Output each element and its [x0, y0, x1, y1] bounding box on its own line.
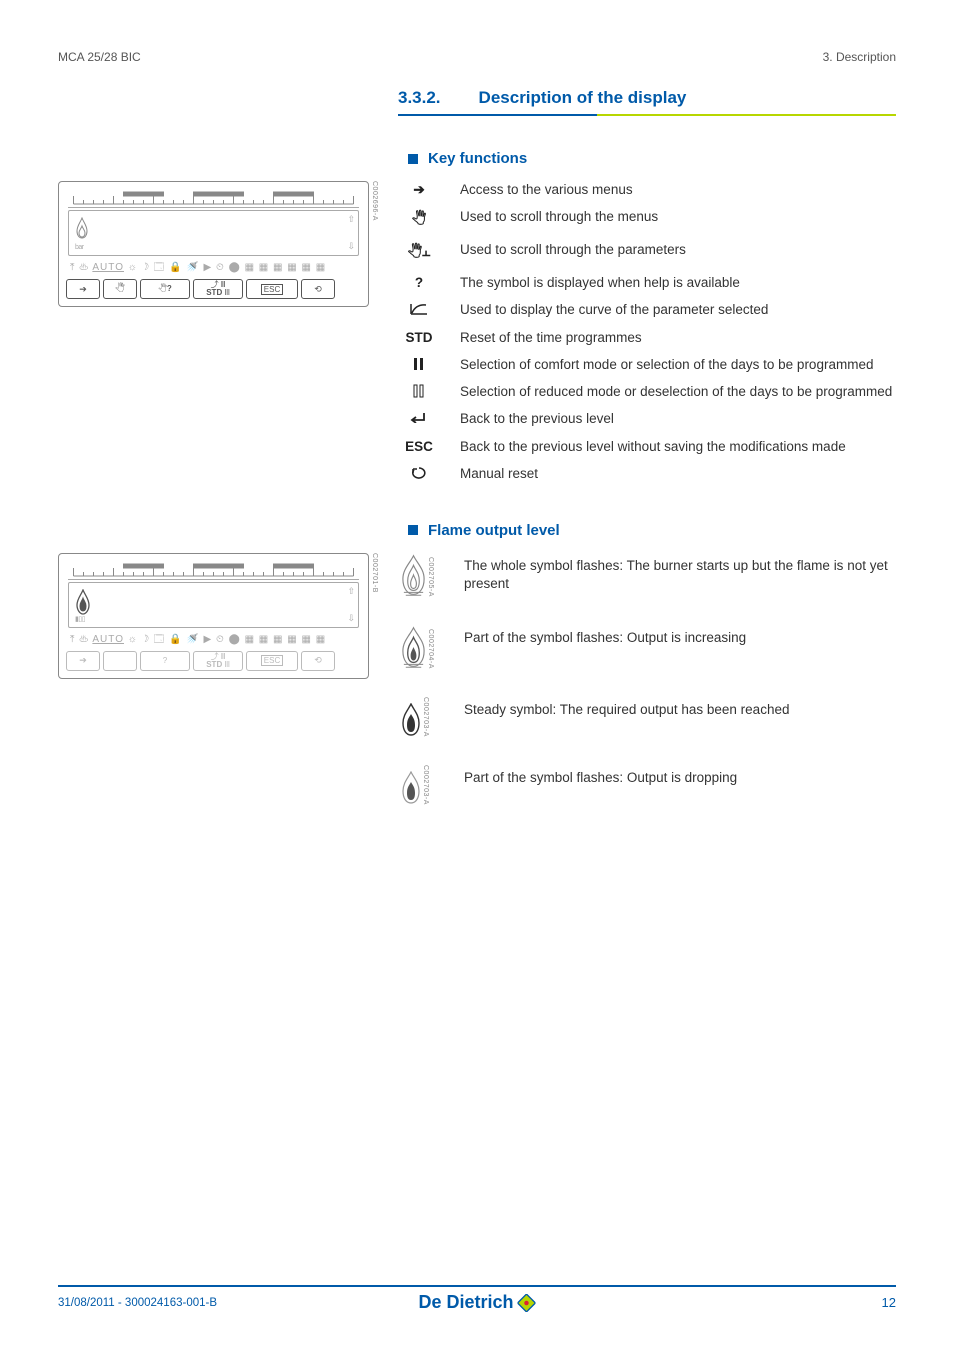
- question-icon: ?: [400, 274, 438, 290]
- section-number: 3.3.2.: [398, 88, 441, 108]
- lcd-icons-row: ⤒ ♨ AUTO ☼ ☽ 🗔 🔒 🚿 ▶ ⏲ ⬤ ▦ ▦ ▦ ▦ ▦ ▦: [70, 260, 359, 276]
- bar-label: ▮▯▯: [75, 615, 85, 623]
- back-icon: [400, 410, 438, 426]
- key-desc: Back to the previous level: [460, 410, 896, 428]
- flame-code: C002703-A: [422, 765, 429, 805]
- bars-half-icon: [400, 383, 438, 401]
- subheading-text: Key functions: [428, 150, 527, 167]
- key-functions-table: ➔ Access to the various menus 🖑 Used to sc…: [400, 181, 896, 492]
- lcd-btn-scroll: 🖑: [103, 279, 137, 299]
- key-desc: Selection of reduced mode or deselection…: [460, 383, 896, 401]
- key-row: ? The symbol is displayed when help is av…: [400, 274, 896, 292]
- key-row: ESC Back to the previous level without sa…: [400, 438, 896, 456]
- flame-desc: Part of the symbol flashes: Output is dr…: [464, 765, 896, 787]
- subheading-key-functions: Key functions: [408, 150, 896, 167]
- bars-full-icon: [400, 356, 438, 374]
- key-desc: The symbol is displayed when help is ava…: [460, 274, 896, 292]
- key-row: 🖑 Used to scroll through the menus: [400, 208, 896, 232]
- key-row: Selection of reduced mode or deselection…: [400, 383, 896, 401]
- reset-icon: [400, 465, 438, 483]
- std-label: STD: [400, 329, 438, 345]
- subheading-text: Flame output level: [428, 522, 560, 539]
- key-desc: Access to the various menus: [460, 181, 896, 199]
- key-row: Manual reset: [400, 465, 896, 483]
- ruler-icon: [70, 191, 357, 205]
- lcd-btn-reset: ⟲: [301, 651, 335, 671]
- up-arrow-icon: ⇧: [347, 214, 355, 225]
- flame-desc: Part of the symbol flashes: Output is in…: [464, 625, 896, 647]
- lcd-btn-std: ⤴ ll STD lll: [193, 651, 243, 671]
- footer-left: 31/08/2011 - 300024163-001-B: [58, 1297, 217, 1309]
- bar-label: bar: [75, 244, 84, 251]
- key-row: Selection of comfort mode or selection o…: [400, 356, 896, 374]
- diagram-code: C002701-B: [371, 553, 378, 593]
- curve-icon: [400, 301, 438, 319]
- down-arrow-icon: ⇩: [347, 241, 355, 252]
- key-desc: Manual reset: [460, 465, 896, 483]
- diagram-code: C002696-A: [371, 181, 378, 221]
- scroll-menu-icon: 🖑: [400, 208, 438, 232]
- key-row: 🖑⫠ Used to scroll through the parameters: [400, 241, 896, 265]
- page-header: MCA 25/28 BIC 3. Description: [58, 50, 896, 64]
- brand-logo: De Dietrich: [418, 1292, 535, 1313]
- lcd-btn-reset: ⟲: [301, 279, 335, 299]
- brand-diamond-icon: [518, 1294, 536, 1312]
- up-arrow-icon: ⇧: [347, 586, 355, 597]
- key-desc: Used to scroll through the parameters: [460, 241, 896, 259]
- lcd-btn-help: ?: [140, 651, 190, 671]
- section-title: Description of the display: [479, 88, 687, 108]
- scroll-param-icon: 🖑⫠: [400, 241, 438, 265]
- flame-item: C002705-A The whole symbol flashes: The …: [400, 553, 896, 597]
- lcd-btn-esc: ESC: [246, 279, 298, 299]
- key-desc: Used to scroll through the menus: [460, 208, 896, 226]
- flame-icon: [75, 589, 91, 615]
- flame-output-table: C002705-A The whole symbol flashes: The …: [400, 553, 896, 833]
- flame-desc: Steady symbol: The required output has b…: [464, 697, 896, 719]
- key-desc: Back to the previous level without savin…: [460, 438, 896, 456]
- key-desc: Reset of the time programmes: [460, 329, 896, 347]
- square-bullet-icon: [408, 525, 418, 535]
- key-row: Back to the previous level: [400, 410, 896, 428]
- lcd-btn-help: 🖑?: [140, 279, 190, 299]
- lcd-diagram-keys: ⇧ ⇩ bar ⤒ ♨ AUTO ☼ ☽ 🗔 🔒 🚿 ▶ ⏲ ⬤ ▦ ▦ ▦ ▦…: [58, 181, 378, 311]
- lcd-icons-row: ⤒ ♨ AUTO ☼ ☽ 🗔 🔒 🚿 ▶ ⏲ ⬤ ▦ ▦ ▦ ▦ ▦ ▦: [70, 632, 359, 648]
- subheading-flame-output: Flame output level: [408, 522, 896, 539]
- lcd-diagram-flame: ⇧ ⇩ ▮▯▯ ⤒ ♨ AUTO ☼ ☽ 🗔 🔒 🚿 ▶ ⏲ ⬤ ▦ ▦ ▦ ▦…: [58, 553, 378, 683]
- esc-label: ESC: [400, 438, 438, 454]
- page-footer: 31/08/2011 - 300024163-001-B De Dietrich…: [58, 1285, 896, 1310]
- page-number: 12: [882, 1295, 896, 1310]
- flame-icon: [75, 217, 89, 239]
- arrow-right-icon: ➔: [400, 181, 438, 198]
- flame-increasing-icon: C002704-A: [400, 625, 434, 669]
- key-desc: Used to display the curve of the paramet…: [460, 301, 896, 319]
- flame-item: C002703-A Steady symbol: The required ou…: [400, 697, 896, 737]
- square-bullet-icon: [408, 154, 418, 164]
- lcd-btn-enter: ➔: [66, 279, 100, 299]
- flame-steady-icon: C002703-A: [400, 697, 434, 737]
- flame-code: C002703-A: [422, 697, 429, 737]
- lcd-btn-enter: ➔: [66, 651, 100, 671]
- section-rule: [398, 114, 896, 116]
- key-row: STD Reset of the time programmes: [400, 329, 896, 347]
- header-right: 3. Description: [823, 50, 896, 64]
- flame-desc: The whole symbol flashes: The burner sta…: [464, 553, 896, 593]
- flame-item: C002703-A Part of the symbol flashes: Ou…: [400, 765, 896, 805]
- lcd-btn-std: ⤴ ll STD lll: [193, 279, 243, 299]
- key-row: ➔ Access to the various menus: [400, 181, 896, 199]
- ruler-icon: [70, 563, 357, 577]
- key-desc: Selection of comfort mode or selection o…: [460, 356, 896, 374]
- flame-whole-icon: C002705-A: [400, 553, 434, 597]
- flame-item: C002704-A Part of the symbol flashes: Ou…: [400, 625, 896, 669]
- down-arrow-icon: ⇩: [347, 613, 355, 624]
- lcd-btn-esc: ESC: [246, 651, 298, 671]
- header-left: MCA 25/28 BIC: [58, 50, 141, 64]
- flame-code: C002704-A: [427, 629, 434, 669]
- lcd-btn-scroll: [103, 651, 137, 671]
- flame-dropping-icon: C002703-A: [400, 765, 434, 805]
- key-row: Used to display the curve of the paramet…: [400, 301, 896, 319]
- flame-code: C002705-A: [427, 557, 434, 597]
- section-heading: 3.3.2. Description of the display: [398, 88, 896, 112]
